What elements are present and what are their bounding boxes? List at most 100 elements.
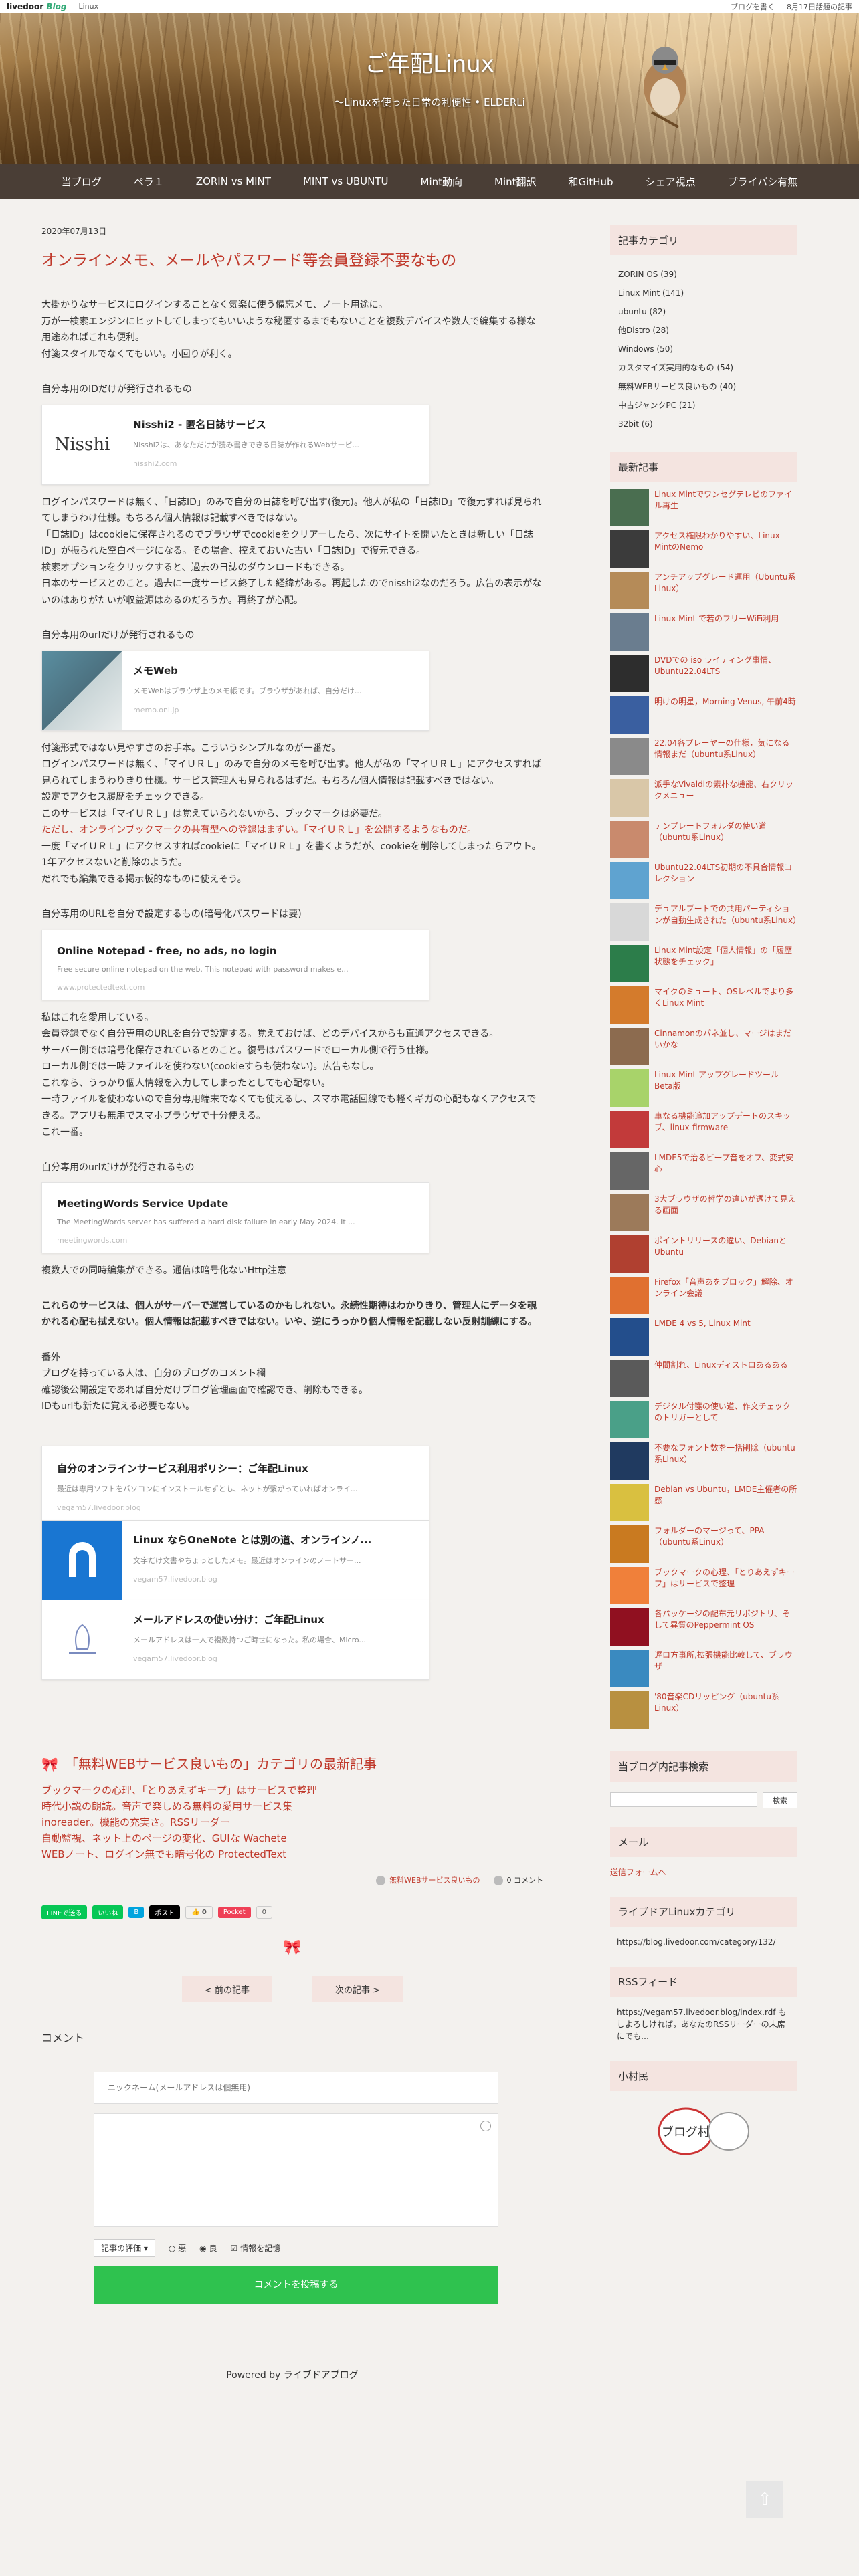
nav-item-share[interactable]: シェア視点 (630, 175, 712, 189)
svg-text:ブログ村: ブログ村 (662, 2125, 710, 2139)
recent-item[interactable]: Linux Mintでワンセグテレビのファイル再生 (610, 489, 797, 530)
category-latest-item[interactable]: 時代小説の朗読。音声で楽しめる無料の愛用サービス集 (41, 1798, 543, 1814)
recent-item[interactable]: 車なる機能追加アップデートのスキップ、linux-firmware (610, 1111, 797, 1152)
search-box: 当ブログ内記事検索 検索 (610, 1751, 797, 1808)
emoji-icon[interactable] (480, 2120, 491, 2131)
next-post-button[interactable]: 次の記事 > (312, 1975, 403, 2002)
card-title: Online Notepad - free, no ads, no login (57, 944, 277, 957)
recent-item[interactable]: 不要なフォント数を一括削除（ubuntu系Linux） (610, 1442, 797, 1484)
like-button[interactable]: いいね (92, 1905, 124, 1919)
nav-item-mint-trend[interactable]: Mint動向 (405, 175, 479, 189)
category-item[interactable]: 32bit (6) (618, 415, 789, 433)
nav-item-mint-translation[interactable]: Mint翻訳 (478, 175, 553, 189)
recent-item[interactable]: Linux Mint アップグレードツール Beta版 (610, 1069, 797, 1111)
category-item[interactable]: 無料WEBサービス良いもの (40) (618, 377, 789, 396)
submit-comment-button[interactable]: コメントを投稿する (94, 2266, 498, 2304)
nav-item-github[interactable]: 和GitHub (553, 175, 630, 189)
rss-link[interactable]: https://vegam57.livedoor.blog/index.rdf … (610, 1997, 797, 2042)
nav-item-pera1[interactable]: ペラ１ (118, 175, 180, 189)
nickname-input[interactable]: ニックネーム(メールアドレスは個無用) (94, 2071, 498, 2104)
recent-title: マイクのミュート、OSレベルでより多くLinux Mint (654, 987, 794, 1008)
recent-item[interactable]: 遅ロ方事所,拡張機能比較して、ブラウザ (610, 1650, 797, 1691)
powered-by[interactable]: Powered by ライブドアブログ (41, 2368, 543, 2381)
recent-item[interactable]: 明けの明星，Morning Venus, 午前4時 (610, 696, 797, 738)
recent-item[interactable]: デジタル付箋の使い道、作文チェックのトリガーとして (610, 1401, 797, 1442)
recent-item[interactable]: 派手なVivaldiの素朴な機能、右クリックメニュー (610, 779, 797, 821)
category-link[interactable]: 無料WEBサービス良いもの (376, 1874, 480, 1885)
livedoor-category-link[interactable]: https://blog.livedoor.com/category/132/ (610, 1927, 797, 1948)
recent-item[interactable]: デュアルブートでの共用パーティションが自動生成された（ubuntu系Linux） (610, 903, 801, 945)
recent-item[interactable]: Debian vs Ubuntu，LMDE主催者の所感 (610, 1484, 797, 1525)
related-card[interactable]: 自分のオンラインサービス利用ポリシー：ご年配Linux 最近は専用ソフトをパソコ… (41, 1445, 430, 1521)
topbar-linux-link[interactable]: Linux (78, 2, 98, 11)
recent-item[interactable]: テンプレートフォルダの使い道（ubuntu系Linux） (610, 821, 797, 862)
recent-item[interactable]: マイクのミュート、OSレベルでより多くLinux Mint (610, 986, 797, 1028)
recent-item[interactable]: '80音楽CDリッピング（ubuntu系Linux） (610, 1691, 797, 1733)
category-item[interactable]: Linux Mint (141) (618, 284, 789, 302)
remember-checkbox[interactable]: ☑ 情報を記憶 (230, 2242, 280, 2254)
comment-textarea[interactable] (94, 2113, 498, 2227)
livedoor-logo[interactable]: livedoor Blog (7, 2, 66, 11)
post-title[interactable]: オンラインメモ、メールやパスワード等会員登録不要なもの (41, 247, 543, 270)
hatena-button[interactable]: B (128, 1906, 145, 1918)
recent-item[interactable]: 各パッケージの配布元リポジトリ、そして異質のPeppermint OS (610, 1608, 797, 1650)
category-item[interactable]: 中古ジャンクPC (21) (618, 396, 789, 415)
rating-bad-radio[interactable]: ○ 悪 (169, 2242, 186, 2254)
nav-item-privacy[interactable]: プライバシ有無 (712, 175, 814, 189)
category-latest-item[interactable]: ブックマークの心理、「とりあえずキープ」はサービスで整理 (41, 1782, 543, 1798)
category-item[interactable]: Windows (50) (618, 340, 789, 358)
recent-item[interactable]: Linux Mint設定「個人情報」の「履歴状態をチェック」 (610, 945, 797, 986)
category-item[interactable]: 他Distro (28) (618, 321, 789, 340)
category-latest-item[interactable]: 自動監視、ネット上のページの変化、GUIな Wachete (41, 1830, 543, 1846)
card-url: vegam57.livedoor.blog (133, 1654, 217, 1663)
recent-title: アンチアップグレード運用（Ubuntu系Linux） (654, 572, 796, 594)
intro-line: 付箋スタイルでなくてもいい。小回りが利く。 (41, 348, 237, 360)
link-card-meetingwords[interactable]: MeetingWords Service Update The MeetingW… (41, 1182, 430, 1253)
recent-item[interactable]: 3大ブラウザの哲学の違いが透けて見える画面 (610, 1194, 797, 1235)
recent-item[interactable]: 仲間割れ、Linuxディストロあるある (610, 1360, 797, 1401)
category-item[interactable]: カスタマイズ実用的なもの (54) (618, 358, 789, 377)
comments-link[interactable]: 0 コメント (493, 1874, 543, 1885)
recent-item[interactable]: Firefox「音声あをブロック」解除、オンライン会議 (610, 1277, 797, 1318)
category-latest-item[interactable]: WEBノート、ログイン無でも暗号化の ProtectedText (41, 1846, 543, 1862)
recent-item[interactable]: Cinnamonのパネ並し、マージはまだいかな (610, 1028, 797, 1069)
blog-title[interactable]: ご年配Linux (0, 45, 859, 78)
pocket-button[interactable]: Pocket (217, 1906, 251, 1918)
recent-item[interactable]: アクセス権限わかりやすい、Linux MintのNemo (610, 530, 797, 572)
prev-post-button[interactable]: < 前の記事 (181, 1975, 272, 2002)
nav-item-zorin-vs-mint[interactable]: ZORIN vs MINT (180, 175, 287, 187)
category-latest-item[interactable]: inoreader。機能の充実さ。RSSリーダー (41, 1814, 543, 1830)
link-card-protectedtext[interactable]: Online Notepad - free, no ads, no login … (41, 929, 430, 1000)
trending-link[interactable]: 8月17日話題の記事 (787, 1, 852, 12)
recent-title: Linux Mint アップグレードツール Beta版 (654, 1070, 779, 1091)
link-card-nisshi2[interactable]: Nisshi Nisshi2 - 匿名日誌サービス Nisshi2は、あなただけ… (41, 404, 430, 485)
category-item[interactable]: ZORIN OS (39) (618, 265, 789, 284)
line-share-button[interactable]: LINEで送る (41, 1905, 88, 1919)
recent-item[interactable]: ブックマークの心理、「とりあえずキープ」はサービスで整理 (610, 1567, 797, 1608)
related-card[interactable]: Linux ならOneNote とは別の道、オンラインノ... 文字だけ文書やち… (41, 1520, 430, 1600)
recent-item[interactable]: ポイントリリースの違い、Debianと Ubuntu (610, 1235, 797, 1277)
scroll-to-top-button[interactable]: ⇧ (746, 2481, 783, 2518)
recent-item[interactable]: Linux Mint で若のフリーWiFi利用 (610, 613, 797, 655)
blogmura-badge[interactable]: ブログ村 (654, 2105, 754, 2158)
x-post-button[interactable]: ポスト (149, 1905, 181, 1919)
recent-item[interactable]: フォルダーのマージって、PPA（ubuntu系Linux） (610, 1525, 797, 1567)
rating-select[interactable]: 記事の評価 ▾ (94, 2238, 155, 2257)
related-card[interactable]: メールアドレスの使い分け：ご年配Linux メールアドレスは一人で複数持つご時世… (41, 1600, 430, 1680)
category-item[interactable]: ubuntu (82) (618, 302, 789, 321)
rating-good-radio[interactable]: ◉ 良 (199, 2242, 217, 2254)
recent-item[interactable]: 22.04各プレーヤーの仕様，気になる情報まだ（ubuntu系Linux） (610, 738, 797, 779)
body-line: 検索オプションをクリックすると、過去の日誌のダウンロードもできる。 (41, 562, 350, 573)
nav-item-about[interactable]: 当ブログ (45, 175, 118, 189)
recent-item[interactable]: LMDE 4 vs 5, Linux Mint (610, 1318, 797, 1360)
search-input[interactable] (610, 1792, 757, 1807)
search-button[interactable]: 検索 (763, 1792, 797, 1808)
recent-item[interactable]: Ubuntu22.04LTS初期の不具合情報コレクション (610, 862, 797, 903)
write-blog-link[interactable]: ブログを書く (731, 1, 775, 12)
recent-item[interactable]: DVDでの iso ライティング事情、Ubuntu22.04LTS (610, 655, 797, 696)
mail-form-link[interactable]: 送信フォームへ (610, 1857, 797, 1878)
recent-item[interactable]: アンチアップグレード運用（Ubuntu系Linux） (610, 572, 797, 613)
recent-item[interactable]: LMDE5で治るビープ音をオフ、変式安心 (610, 1152, 797, 1194)
nav-item-mint-vs-ubuntu[interactable]: MINT vs UBUNTU (287, 175, 405, 187)
link-card-memoweb[interactable]: メモWeb メモWebはブラウザ上のメモ帳です。ブラウザがあれば、自分だけ...… (41, 650, 430, 731)
